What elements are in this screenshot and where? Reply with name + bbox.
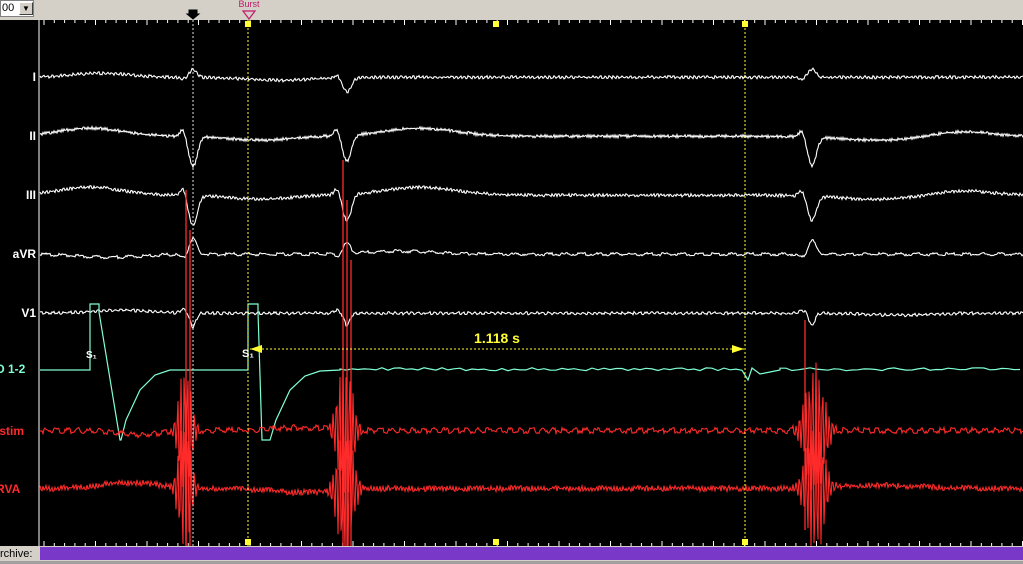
stim-label-2: S₁	[242, 348, 254, 360]
lead-label: /stim	[0, 424, 25, 438]
caliper-handle-top-mid[interactable]	[493, 21, 499, 27]
archive-bar: rchive:	[0, 546, 1023, 564]
lead-label: RVA	[0, 482, 21, 496]
stim-label-1: S₁	[86, 350, 97, 361]
caliper-handle-bottom-mid[interactable]	[493, 539, 499, 545]
chevron-down-icon[interactable]: ▼	[19, 2, 33, 15]
lead-label: II	[29, 129, 36, 143]
archive-label: rchive:	[0, 548, 33, 560]
measurement-label: 1.118 s	[474, 330, 520, 346]
sweep-dropdown[interactable]: 00 ▼	[0, 0, 34, 17]
lead-label: III	[25, 188, 36, 202]
toolbar-background	[0, 0, 1023, 20]
caliper-handle-top-left[interactable]	[245, 21, 251, 27]
burst-marker-label: Burst	[238, 0, 260, 9]
caliper-handle-bottom-left[interactable]	[245, 539, 251, 545]
sweep-dropdown-value: 00	[2, 2, 15, 14]
caliper-handle-bottom-right[interactable]	[742, 539, 748, 545]
archive-timeline[interactable]	[40, 547, 1023, 560]
lead-label: V1	[21, 306, 36, 320]
lead-label: I	[32, 70, 36, 84]
caliper-handle-top-right[interactable]	[742, 21, 748, 27]
lead-label: aVR	[12, 247, 36, 261]
ecg-plot-area[interactable]: 1.118 s S₁ S₁ Burst	[0, 0, 1023, 564]
lead-label: D 1-2	[0, 362, 26, 376]
